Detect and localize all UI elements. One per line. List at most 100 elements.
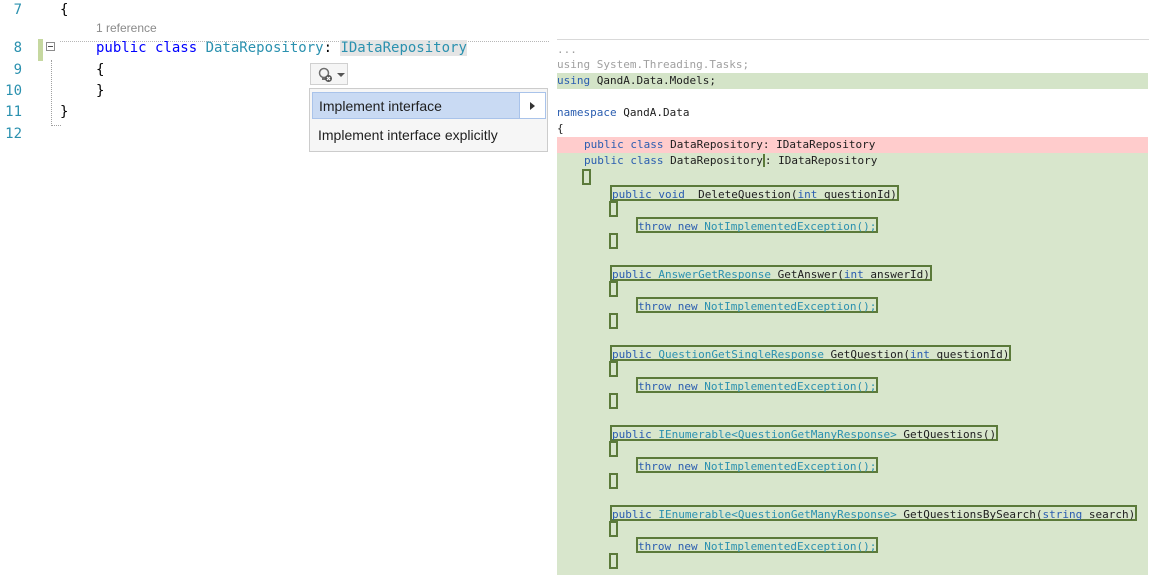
preview-open-brace: { [557, 122, 564, 135]
preview-separator [557, 39, 1149, 40]
exception-text: NotImplementedException(); [697, 220, 877, 233]
preview-method-signature: public AnswerGetResponse GetAnswer(int a… [610, 265, 932, 281]
codelens-references[interactable]: 1 reference [96, 21, 157, 35]
return-type: IEnumerable<QuestionGetManyResponse> [651, 508, 897, 521]
keyword: public [612, 188, 652, 201]
line-number: 9 [13, 62, 22, 78]
code-line[interactable]: 7 { [0, 0, 549, 20]
preview-method-signature: public QuestionGetSingleResponse GetQues… [610, 345, 1012, 361]
param-name: search) [1082, 508, 1136, 521]
preview-method-signature: public void DeleteQuestion(int questionI… [610, 185, 899, 201]
preview-using-added-line: using QandA.Data.Models; [557, 73, 1148, 89]
quick-actions-menu: Implement interface Implement interface … [309, 88, 548, 152]
keyword: public [612, 508, 652, 521]
preview-method-open-brace [609, 521, 618, 537]
return-type: IEnumerable<QuestionGetManyResponse> [651, 428, 897, 441]
preview-using-line: using System.Threading.Tasks; [557, 57, 749, 73]
preview-method-open-brace [609, 441, 618, 457]
preview-method-close-brace [609, 393, 618, 409]
class-text: DataRepository: IDataRepository [663, 138, 876, 151]
preview-method-signature: public IEnumerable<QuestionGetManyRespon… [610, 425, 999, 441]
return-keyword: void [658, 188, 685, 201]
namespace-text: QandA.Data [616, 106, 690, 119]
line-number: 12 [5, 126, 22, 142]
keyword: public [612, 348, 652, 361]
class-name: DataRepository [205, 40, 324, 56]
keyword: using [557, 74, 591, 87]
preview-method-close-brace [609, 553, 618, 569]
preview-throw-line: throw new NotImplementedException(); [636, 297, 879, 313]
keyword: public class [96, 40, 206, 56]
param-type: int [797, 188, 818, 201]
param-type: string [1042, 508, 1083, 521]
preview-method-open-brace [609, 281, 618, 297]
preview-method-close-brace [609, 473, 618, 489]
preview-throw-line: throw new NotImplementedException(); [636, 457, 879, 473]
method-name: GetQuestionsBySearch( [896, 508, 1043, 521]
preview-class-brace [582, 169, 591, 185]
line-number: 7 [13, 2, 22, 18]
keyword: throw new [638, 300, 698, 313]
class-name: DataRepository [663, 154, 763, 167]
line-number: 8 [13, 40, 22, 56]
keyword: throw new [638, 460, 698, 473]
code-text: } [60, 104, 69, 120]
method-name: GetAnswer( [770, 268, 844, 281]
line-number: 11 [5, 104, 22, 120]
menu-item-implement-interface-explicitly[interactable]: Implement interface explicitly [312, 122, 545, 149]
code-line[interactable]: 9 { [0, 60, 549, 80]
return-type: AnswerGetResponse [651, 268, 771, 281]
code-line[interactable]: 8 public class DataRepository: IDataRepo… [0, 38, 549, 58]
preview-throw-line: throw new NotImplementedException(); [636, 537, 879, 553]
interface-name[interactable]: IDataRepository [340, 40, 467, 56]
keyword: throw new [638, 220, 698, 233]
param-name: answerId) [863, 268, 930, 281]
preview-throw-line: throw new NotImplementedException(); [636, 217, 879, 233]
separator: : [323, 40, 341, 56]
method-name: GetQuestions() [896, 428, 997, 441]
param-type: int [910, 348, 930, 361]
param-name: questionId) [817, 188, 897, 201]
code-text: } [96, 83, 105, 99]
class-text: : IDataRepository [762, 154, 878, 167]
keyword: throw new [638, 540, 698, 553]
exception-text: NotImplementedException(); [697, 460, 877, 473]
chevron-down-icon [337, 73, 345, 77]
preview-namespace-line: namespace QandA.Data [557, 105, 689, 121]
keyword: public class [584, 138, 664, 151]
param-name: questionId) [929, 348, 1010, 361]
preview-ellipsis: ... [557, 43, 577, 56]
preview-method-close-brace [609, 233, 618, 249]
menu-item-implement-interface[interactable]: Implement interface [312, 92, 522, 119]
keyword: public [612, 428, 652, 441]
code-text: public class DataRepository: IDataReposi… [96, 38, 467, 58]
keyword: public [612, 268, 652, 281]
preview-removed-line: public class DataRepository: IDataReposi… [557, 137, 1148, 153]
keyword: using [557, 58, 591, 71]
preview-method-open-brace [609, 361, 618, 377]
preview-added-line: public class DataRepository: IDataReposi… [584, 153, 878, 169]
quick-actions-button[interactable] [310, 63, 348, 85]
return-type: QuestionGetSingleResponse [651, 348, 824, 361]
param-type: int [843, 268, 864, 281]
preview-method-close-brace [609, 313, 618, 329]
namespace-text: System.Threading.Tasks; [590, 58, 750, 71]
namespace-text: QandA.Data.Models; [590, 74, 716, 87]
preview-method-open-brace [609, 201, 618, 217]
line-number: 10 [5, 83, 22, 99]
preview-method-signature: public IEnumerable<QuestionGetManyRespon… [610, 505, 1138, 521]
exception-text: NotImplementedException(); [697, 380, 877, 393]
keyword: public class [584, 154, 664, 167]
exception-text: NotImplementedException(); [697, 300, 877, 313]
keyword: namespace [557, 106, 617, 119]
code-text: { [60, 2, 69, 18]
lightbulb-error-icon [317, 67, 333, 87]
method-name: GetQuestion( [823, 348, 911, 361]
submenu-arrow-icon[interactable] [519, 92, 546, 119]
method-name: DeleteQuestion( [691, 188, 798, 201]
preview-throw-line: throw new NotImplementedException(); [636, 377, 879, 393]
keyword: throw new [638, 380, 698, 393]
code-editor[interactable]: 7 { 1 reference 8 public class DataRepos… [0, 0, 549, 575]
code-text: { [96, 62, 105, 78]
